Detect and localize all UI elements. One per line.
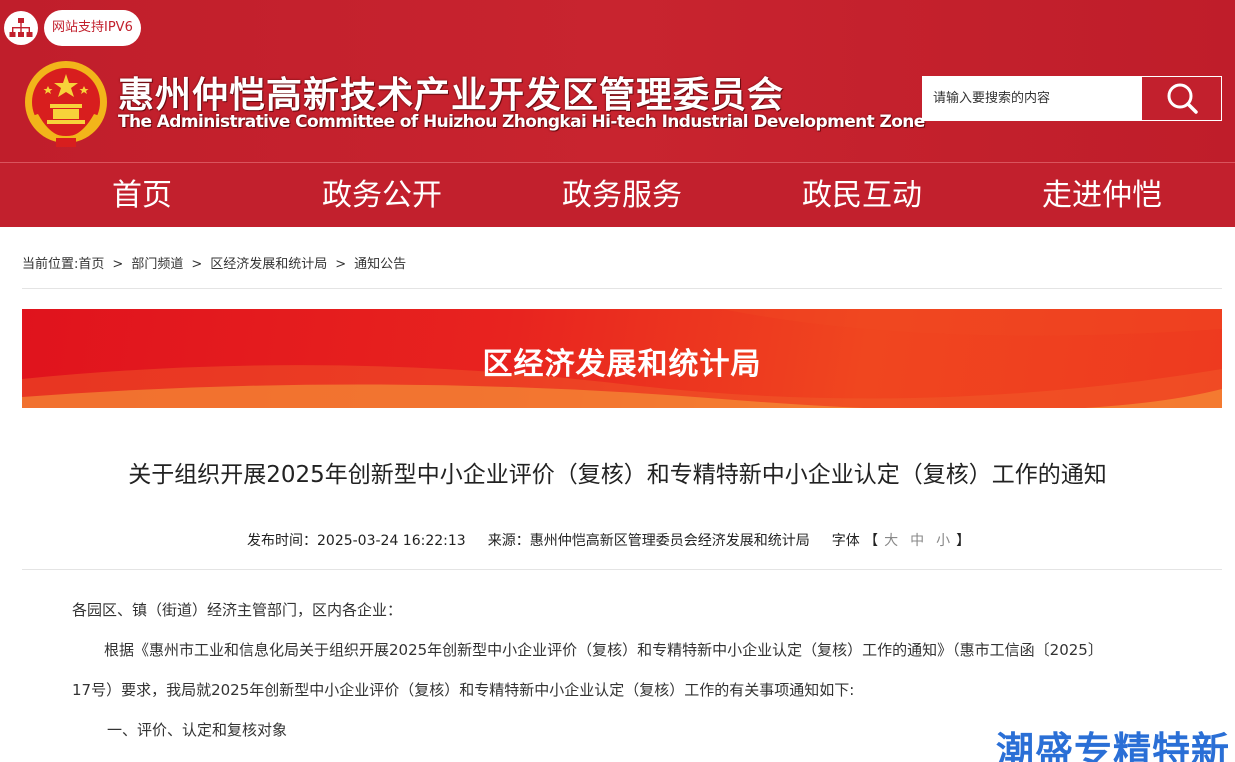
nav-item-gov-services[interactable]: 政务服务 bbox=[542, 163, 702, 227]
font-size-small[interactable]: 小 bbox=[936, 533, 950, 549]
article-paragraph: 根据《惠州市工业和信息化局关于组织开展2025年创新型中小企业评价（复核）和专精… bbox=[104, 641, 1103, 659]
breadcrumb-divider bbox=[22, 288, 1222, 289]
publish-time: 2025-03-24 16:22:13 bbox=[317, 533, 466, 549]
breadcrumb: 当前位置:首页 > 部门频道 > 区经济发展和统计局 > 通知公告 bbox=[22, 253, 406, 272]
ipv6-label: 网站支持IPV6 bbox=[44, 10, 141, 46]
ipv6-badge[interactable]: 网站支持IPV6 bbox=[4, 8, 141, 48]
search-button[interactable] bbox=[1141, 77, 1221, 120]
search-box bbox=[922, 76, 1222, 121]
breadcrumb-item-notices[interactable]: 通知公告 bbox=[354, 257, 406, 272]
font-size-large[interactable]: 大 bbox=[884, 533, 898, 549]
header-top: 网站支持IPV6 惠州仲恺高新技术产业开发区管理委员会 The Administ… bbox=[0, 0, 1235, 162]
breadcrumb-separator: > bbox=[191, 257, 203, 272]
search-input[interactable] bbox=[923, 77, 1141, 120]
font-size-label: 字体 bbox=[831, 533, 860, 549]
national-emblem-icon bbox=[22, 58, 110, 150]
banner-title: 区经济发展和统计局 bbox=[482, 347, 762, 382]
meta-divider bbox=[22, 569, 1222, 570]
breadcrumb-item-bureau[interactable]: 区经济发展和统计局 bbox=[210, 257, 327, 272]
nav-item-gov-affairs[interactable]: 政务公开 bbox=[302, 163, 462, 227]
watermark: 潮盛专精特新 bbox=[996, 729, 1231, 762]
article-title: 关于组织开展2025年创新型中小企业评价（复核）和专精特新中小企业认定（复核）工… bbox=[128, 462, 1107, 488]
breadcrumb-separator: > bbox=[112, 257, 124, 272]
nav-item-home[interactable]: 首页 bbox=[82, 163, 202, 227]
font-size-medium[interactable]: 中 bbox=[910, 533, 924, 549]
nav-item-about[interactable]: 走进仲恺 bbox=[1022, 163, 1182, 227]
department-banner: 区经济发展和统计局 bbox=[22, 309, 1222, 408]
source-label: 来源： bbox=[487, 533, 530, 549]
main-nav: 首页 政务公开 政务服务 政民互动 走进仲恺 bbox=[0, 163, 1235, 227]
article-paragraph: 17号）要求，我局就2025年创新型中小企业评价（复核）和专精特新中小企业认定（… bbox=[72, 681, 855, 699]
article-paragraph: 各园区、镇（街道）经济主管部门，区内各企业： bbox=[72, 601, 403, 619]
publish-time-label: 发布时间： bbox=[247, 533, 317, 549]
site-title: 惠州仲恺高新技术产业开发区管理委员会 bbox=[118, 75, 785, 116]
breadcrumb-item-department[interactable]: 部门频道 bbox=[131, 257, 183, 272]
breadcrumb-item-home[interactable]: 首页 bbox=[78, 257, 104, 272]
search-icon bbox=[1167, 83, 1198, 114]
font-bracket-open: 【 bbox=[864, 533, 879, 549]
network-icon bbox=[4, 11, 38, 45]
nav-item-interaction[interactable]: 政民互动 bbox=[782, 163, 942, 227]
breadcrumb-prefix: 当前位置: bbox=[22, 257, 79, 272]
source-value: 惠州仲恺高新区管理委员会经济发展和统计局 bbox=[529, 533, 810, 549]
article-meta: 发布时间：2025-03-24 16:22:13 来源：惠州仲恺高新区管理委员会经… bbox=[247, 530, 970, 550]
font-bracket-close: 】 bbox=[956, 533, 971, 549]
breadcrumb-separator: > bbox=[335, 257, 347, 272]
site-header: 网站支持IPV6 惠州仲恺高新技术产业开发区管理委员会 The Administ… bbox=[0, 0, 1235, 227]
site-subtitle: The Administrative Committee of Huizhou … bbox=[118, 112, 925, 132]
